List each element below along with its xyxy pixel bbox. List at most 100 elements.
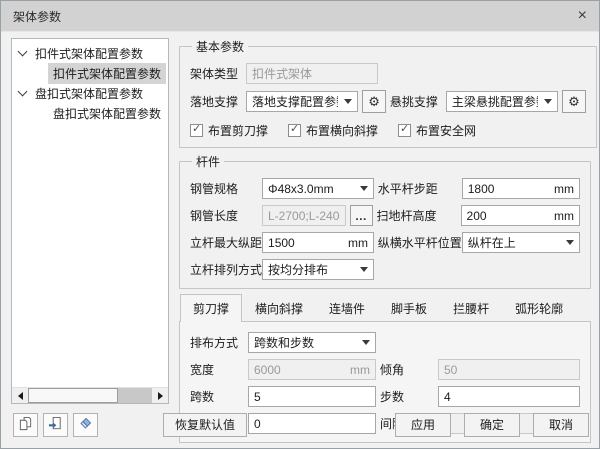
bar-position-label: 纵横水平杆位置 — [378, 234, 462, 251]
group-legend: 基本参数 — [192, 38, 248, 55]
frame-type-value: 扣件式架体 — [252, 65, 372, 82]
tree-item-koujian-parent[interactable]: 扣件式架体配置参数 — [12, 43, 168, 63]
arrangement-select[interactable]: 按均分排布 — [262, 259, 374, 280]
unit-label: mm — [554, 182, 574, 196]
scroll-right-icon[interactable] — [152, 388, 168, 403]
tab-transverse-bracing[interactable]: 横向斜撑 — [242, 294, 316, 322]
checkbox-transverse-bracing[interactable]: 布置横向斜撑 — [288, 122, 378, 139]
sweep-bar-height-label: 扫地杆高度 — [377, 207, 461, 224]
pipe-length-label: 钢管长度 — [190, 207, 262, 224]
eraser-button[interactable] — [73, 413, 98, 437]
cancel-button[interactable]: 取消 — [533, 413, 589, 437]
width-field: 6000 mm — [248, 359, 376, 380]
tree-item-koujian-child[interactable]: 扣件式架体配置参数 — [12, 63, 168, 83]
incline-field: 50 — [438, 359, 580, 380]
frame-type-row: 架体类型 扣件式架体 — [190, 63, 586, 84]
checkbox-label: 布置横向斜撑 — [306, 122, 378, 139]
horizontal-step-value: 1800 — [468, 182, 550, 196]
checkbox-checked-icon[interactable] — [190, 124, 203, 137]
eraser-icon — [78, 416, 93, 434]
unit-label: mm — [350, 363, 370, 377]
tree-item-pankou-child[interactable]: 盘扣式架体配置参数 — [12, 103, 168, 123]
chevron-down-icon[interactable] — [16, 86, 30, 100]
apply-button[interactable]: 应用 — [395, 413, 451, 437]
bar-position-value: 纵杆在上 — [468, 234, 560, 251]
restore-defaults-button[interactable]: 恢复默认值 — [163, 413, 247, 437]
import-button[interactable] — [43, 413, 68, 437]
max-spacing-value: 1500 — [268, 236, 344, 250]
step-count-value: 4 — [444, 390, 574, 404]
sweep-bar-height-input[interactable]: 200 mm — [461, 205, 580, 226]
max-spacing-row: 立杆最大纵距 1500 mm 纵横水平杆位置 纵杆在上 — [190, 232, 580, 253]
tab-arc-profile[interactable]: 弧形轮廓 — [502, 294, 576, 322]
width-label: 宽度 — [190, 361, 248, 378]
width-incline-row: 宽度 6000 mm 倾角 50 — [190, 359, 580, 380]
ok-button[interactable]: 确定 — [464, 413, 520, 437]
arrangement-row: 立杆排列方式 按均分排布 — [190, 259, 580, 280]
incline-value: 50 — [444, 363, 574, 377]
horizontal-step-input[interactable]: 1800 mm — [462, 178, 580, 199]
frame-type-field: 扣件式架体 — [246, 63, 378, 84]
tab-bar: 剪刀撑 横向斜撑 连墙件 脚手板 拦腰杆 弧形轮廓 — [179, 294, 591, 322]
config-tree: 扣件式架体配置参数 扣件式架体配置参数 盘扣式架体配置参数 盘扣式架体配置参数 — [11, 38, 169, 404]
ground-support-settings-button[interactable]: ⚙ — [362, 90, 386, 113]
tree-horizontal-scrollbar[interactable] — [12, 387, 168, 403]
pipe-length-value: L-2700;L-2400;L-2000 — [268, 209, 340, 223]
tab-wall-connector[interactable]: 连墙件 — [316, 294, 378, 322]
pipe-length-browse-button[interactable]: … — [350, 205, 373, 226]
bar-position-select[interactable]: 纵杆在上 — [462, 232, 580, 253]
width-value: 6000 — [254, 363, 346, 377]
span-count-input[interactable]: 5 — [248, 386, 376, 407]
span-count-value: 5 — [254, 390, 370, 404]
scrollbar-thumb[interactable] — [28, 388, 118, 403]
overhang-support-settings-button[interactable]: ⚙ — [562, 90, 586, 113]
members-group: 杆件 钢管规格 Φ48x3.0mm 水平杆步距 1800 mm 钢管长度 — [179, 153, 591, 289]
layout-mode-label: 排布方式 — [190, 334, 248, 351]
checkbox-label: 布置安全网 — [416, 122, 476, 139]
copy-button[interactable] — [13, 413, 38, 437]
checkbox-scissor-bracing[interactable]: 布置剪刀撑 — [190, 122, 268, 139]
tree-item-pankou-parent[interactable]: 盘扣式架体配置参数 — [12, 83, 168, 103]
pipe-spec-value: Φ48x3.0mm — [268, 182, 354, 196]
overhang-support-label: 悬挑支撑 — [390, 93, 446, 110]
frame-parameters-dialog: 架体参数 × 扣件式架体配置参数 扣件式架体配置参数 盘扣式架体配置参数 — [0, 0, 600, 449]
ground-support-select[interactable]: 落地支撑配置参数 — [246, 91, 358, 112]
tree-item-label: 扣件式架体配置参数 — [30, 43, 148, 64]
pipe-length-field: L-2700;L-2400;L-2000 — [262, 205, 346, 226]
frame-type-label: 架体类型 — [190, 65, 246, 82]
checkbox-safety-net[interactable]: 布置安全网 — [398, 122, 476, 139]
ground-support-label: 落地支撑 — [190, 93, 246, 110]
pipe-length-row: 钢管长度 L-2700;L-2400;L-2000 … 扫地杆高度 200 mm — [190, 205, 580, 226]
tree-toolbar — [13, 413, 163, 437]
sweep-bar-height-value: 200 — [467, 209, 550, 223]
tab-scissor-bracing[interactable]: 剪刀撑 — [180, 294, 242, 322]
max-spacing-input[interactable]: 1500 mm — [262, 232, 374, 253]
pipe-spec-select[interactable]: Φ48x3.0mm — [262, 178, 374, 199]
horizontal-step-label: 水平杆步距 — [378, 180, 462, 197]
chevron-down-icon[interactable] — [16, 46, 30, 60]
chevron-down-icon — [344, 99, 352, 104]
tab-waist-rail[interactable]: 拦腰杆 — [440, 294, 502, 322]
arrangement-label: 立杆排列方式 — [190, 261, 262, 278]
checkbox-checked-icon[interactable] — [288, 124, 301, 137]
scrollbar-track[interactable] — [118, 388, 152, 403]
overhang-support-select[interactable]: 主梁悬挑配置参数 — [446, 91, 558, 112]
layout-mode-select[interactable]: 跨数和步数 — [248, 332, 376, 353]
close-icon[interactable]: × — [565, 8, 587, 24]
copy-icon — [18, 416, 33, 434]
pipe-spec-label: 钢管规格 — [190, 180, 262, 197]
pipe-spec-row: 钢管规格 Φ48x3.0mm 水平杆步距 1800 mm — [190, 178, 580, 199]
detail-tabs: 剪刀撑 横向斜撑 连墙件 脚手板 拦腰杆 弧形轮廓 排布方式 跨数和步数 — [179, 294, 591, 404]
tab-scaffold-board[interactable]: 脚手板 — [378, 294, 440, 322]
ground-support-value: 落地支撑配置参数 — [252, 93, 338, 110]
checkbox-checked-icon[interactable] — [398, 124, 411, 137]
ellipsis-icon: … — [355, 209, 368, 223]
scroll-left-icon[interactable] — [12, 388, 28, 403]
span-count-label: 跨数 — [190, 388, 248, 405]
step-count-input[interactable]: 4 — [438, 386, 580, 407]
dialog-title: 架体参数 — [13, 8, 565, 25]
options-row: 布置剪刀撑 布置横向斜撑 布置安全网 — [190, 122, 586, 139]
import-icon — [48, 416, 63, 434]
chevron-down-icon — [566, 240, 574, 245]
layout-mode-row: 排布方式 跨数和步数 — [190, 332, 580, 353]
